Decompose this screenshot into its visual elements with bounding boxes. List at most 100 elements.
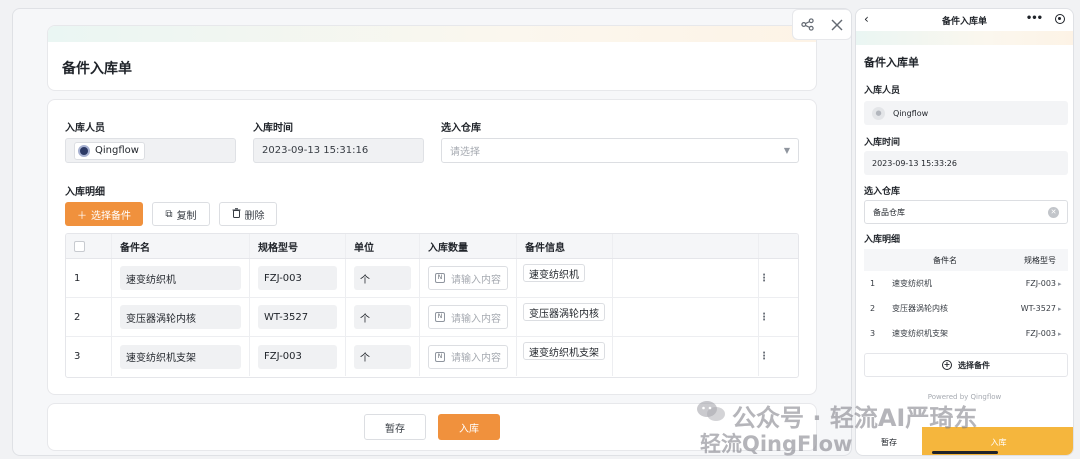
mobile-person-value: Qingflow: [893, 108, 929, 118]
qty-cell[interactable]: N 请输入内容: [420, 298, 517, 336]
model-cell[interactable]: WT-3527: [250, 298, 346, 336]
select-all-cell[interactable]: [66, 234, 112, 258]
spacer-cell: [613, 259, 759, 297]
chevron-right-icon: ▸: [1058, 304, 1062, 313]
mobile-time-field[interactable]: 2023-09-13 15:33:26: [864, 151, 1068, 175]
part-name: 速变纺织机: [120, 266, 241, 290]
select-parts-button[interactable]: ＋ 选择备件: [65, 202, 143, 226]
row-index: 2: [870, 304, 876, 313]
list-item[interactable]: 1 速变纺织机 FZJ-003 ▸: [864, 271, 1068, 296]
chevron-down-icon: ▼: [783, 146, 790, 155]
part-unit: 个: [354, 266, 411, 290]
table-row: 2 变压器涡轮内核 WT-3527 个 N 请输入内容 变压器涡轮内核 ⋮: [66, 298, 798, 337]
delete-label: 删除: [244, 210, 265, 222]
close-icon[interactable]: [831, 19, 843, 31]
warehouse-label: 选入仓库: [441, 123, 481, 134]
time-label: 入库时间: [253, 123, 293, 134]
select-all-checkbox[interactable]: [74, 240, 85, 252]
warehouse-select[interactable]: 请选择 ▼: [441, 138, 799, 163]
delete-button[interactable]: 删除: [219, 202, 277, 226]
mobile-time-label: 入库时间: [864, 138, 901, 148]
avatar: [78, 144, 90, 157]
plus-circle-icon: +: [942, 360, 952, 370]
qty-input[interactable]: N 请输入内容: [428, 305, 508, 329]
part-unit: 个: [354, 305, 411, 329]
qty-placeholder: 请输入内容: [451, 274, 501, 286]
part-info-tag: 变压器涡轮内核: [523, 303, 605, 321]
unit-cell[interactable]: 个: [346, 337, 420, 376]
number-icon: N: [435, 351, 445, 362]
desktop-preview: 备件入库单 入库人员 Qingflow 入库时间 2023-09-13 15:3…: [12, 8, 852, 456]
chevron-right-icon: ▸: [1058, 329, 1062, 338]
mobile-time-value: 2023-09-13 15:33:26: [872, 158, 957, 168]
info-cell[interactable]: 变压器涡轮内核: [517, 298, 613, 336]
name-cell[interactable]: 速变纺织机支架: [112, 337, 250, 376]
qty-input[interactable]: N 请输入内容: [428, 344, 508, 369]
row-index: 1: [66, 259, 112, 297]
row-index: 3: [66, 337, 112, 376]
spacer-cell: [613, 298, 759, 336]
name-cell[interactable]: 变压器涡轮内核: [112, 298, 250, 336]
col-header: 入库数量: [420, 234, 517, 258]
person-chip: Qingflow: [74, 141, 145, 160]
submit-button[interactable]: 入库: [438, 414, 500, 440]
mobile-nav-bar: ‹ 备件入库单 •••: [856, 9, 1073, 31]
part-name: 变压器涡轮内核: [892, 304, 948, 313]
qty-input[interactable]: N 请输入内容: [428, 266, 508, 290]
list-item[interactable]: 2 变压器涡轮内核 WT-3527 ▸: [864, 296, 1068, 321]
name-cell[interactable]: 速变纺织机: [112, 259, 250, 297]
mobile-warehouse-label: 选入仓库: [864, 187, 901, 197]
part-name: 速变纺织机: [892, 279, 932, 288]
copy-button[interactable]: ⧉ 复制: [152, 202, 210, 226]
col-header: 单位: [346, 234, 420, 258]
time-field[interactable]: 2023-09-13 15:31:16: [253, 138, 424, 163]
qty-cell[interactable]: N 请输入内容: [420, 259, 517, 297]
list-item[interactable]: 3 速变纺织机支架 FZJ-003 ▸: [864, 321, 1068, 346]
person-label: 入库人员: [65, 123, 105, 134]
qty-placeholder: 请输入内容: [451, 353, 501, 364]
row-index: 3: [870, 329, 876, 338]
unit-cell[interactable]: 个: [346, 298, 420, 336]
info-cell[interactable]: 速变纺织机: [517, 259, 613, 297]
form-title: 备件入库单: [62, 61, 132, 77]
avatar: ●: [872, 106, 885, 120]
part-model: FZJ-003: [258, 344, 337, 369]
col-header: 备件名: [112, 234, 250, 258]
wechat-icon: [697, 401, 725, 421]
time-value: 2023-09-13 15:31:16: [262, 145, 369, 156]
window-actions: [792, 9, 851, 40]
unit-cell[interactable]: 个: [346, 259, 420, 297]
model-cell[interactable]: FZJ-003: [250, 337, 346, 376]
select-parts-label: 选择备件: [91, 210, 131, 222]
mobile-person-field[interactable]: ● Qingflow: [864, 101, 1068, 125]
save-draft-button[interactable]: 暂存: [364, 414, 426, 440]
parts-table: 备件名 规格型号 单位 入库数量 备件信息 1 速变纺织机 FZJ-003 个 …: [65, 233, 799, 378]
more-icon[interactable]: ⋮: [759, 298, 798, 336]
form-body-card: 入库人员 Qingflow 入库时间 2023-09-13 15:31:16 选…: [47, 99, 817, 395]
copy-label: 复制: [176, 210, 197, 222]
more-dots-icon[interactable]: •••: [1026, 13, 1043, 24]
row-index: 1: [870, 279, 876, 288]
model-cell[interactable]: FZJ-003: [250, 259, 346, 297]
share-icon[interactable]: [801, 18, 814, 31]
col-header: 备件名: [933, 255, 957, 265]
mobile-select-parts-button[interactable]: + 选择备件: [864, 353, 1068, 377]
watermark-line2: 轻流QingFlow: [700, 432, 853, 456]
part-model: FZJ-003: [1025, 279, 1056, 288]
qty-cell[interactable]: N 请输入内容: [420, 337, 517, 376]
info-cell[interactable]: 速变纺织机支架: [517, 337, 613, 376]
row-index: 2: [66, 298, 112, 336]
clear-icon[interactable]: ✕: [1048, 207, 1059, 218]
part-model: WT-3527: [258, 305, 337, 329]
mobile-preview: ‹ 备件入库单 ••• 备件入库单 入库人员 ● Qingflow 入库时间 2…: [855, 8, 1074, 456]
qty-placeholder: 请输入内容: [451, 313, 501, 325]
person-field[interactable]: Qingflow: [65, 138, 236, 163]
col-header-actions: [759, 234, 798, 258]
more-icon[interactable]: ⋮: [759, 337, 798, 376]
copy-icon: ⧉: [165, 208, 173, 220]
spacer-cell: [613, 337, 759, 376]
target-icon[interactable]: [1055, 14, 1065, 24]
more-icon[interactable]: ⋮: [759, 259, 798, 297]
mobile-warehouse-select[interactable]: 备品仓库 ✕: [864, 200, 1068, 224]
title-gradient-band: [48, 26, 816, 42]
